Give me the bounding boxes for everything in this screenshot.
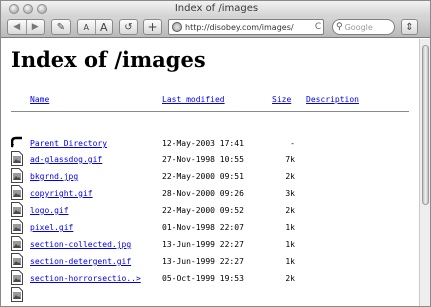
image-file-icon [11,168,23,183]
list-item: copyright.gif 28-Nov-2000 09:26 3k [1,185,420,203]
image-file-icon [11,270,23,285]
file-link[interactable]: section-detergent.gif [30,257,131,266]
image-file-icon [11,202,23,217]
image-file-icon [11,185,23,200]
file-date: 01-Nov-1998 22:07 [162,223,244,232]
list-item: section-detergent.gif 13-Jun-1999 22:27 … [1,253,420,271]
column-header-description[interactable]: Description [306,95,359,104]
back-button[interactable]: ◀ [8,20,26,34]
search-placeholder: Google [344,22,373,32]
add-bookmark-button[interactable]: + [143,19,162,35]
header-divider [11,111,409,112]
file-size: 2k [285,172,295,181]
file-date: 28-Nov-2000 09:26 [162,189,244,198]
file-link[interactable]: Parent Directory [30,139,107,148]
file-size: 2k [285,274,295,283]
file-link[interactable]: pixel.gif [30,223,73,232]
parent-directory-icon [11,136,22,148]
page-heading: Index of /images [11,47,206,72]
file-date: 27-Nov-1998 10:55 [162,155,244,164]
list-item: bkgrnd.jpg 22-May-2000 09:51 2k [1,168,420,186]
page-content: Index of /images Name Last modified Size… [1,39,420,306]
file-date: 05-Oct-1999 19:53 [162,274,244,283]
text-size-control: A A [77,19,113,35]
edit-button[interactable]: ✎ [51,19,71,35]
image-file-icon [11,151,23,166]
file-date: 22-May-2000 09:51 [162,172,244,181]
column-header-name[interactable]: Name [30,95,49,104]
list-item: logo.gif 22-May-2000 09:52 2k [1,202,420,220]
window-title: Index of /images [174,3,259,14]
file-date: 13-Jun-1999 22:27 [162,240,244,249]
list-item: section-collected.jpg 13-Jun-1999 22:27 … [1,236,420,254]
list-item: pixel.gif 01-Nov-1998 22:07 1k [1,219,420,237]
list-item [1,287,420,305]
browser-window: Index of /images ◀ ▶ ✎ A A ↺ + http://di… [0,0,431,307]
file-size: 7k [285,155,295,164]
file-size: 1k [285,257,295,266]
image-file-icon [11,219,23,234]
back-forward-control: ◀ ▶ [7,19,45,35]
forward-button[interactable]: ▶ [25,20,45,34]
plus-icon: + [147,20,158,34]
list-item: section-horrorsectio..> 05-Oct-1999 19:5… [1,270,420,288]
image-file-icon [11,287,23,302]
reload-button[interactable]: ↺ [119,19,138,35]
file-link[interactable]: section-collected.jpg [30,240,131,249]
file-link[interactable]: logo.gif [30,206,69,215]
file-link[interactable]: section-horrorsectio..> [30,274,141,283]
url-text[interactable]: http://disobey.com/images/ [185,23,313,32]
file-link[interactable]: ad-glassdog.gif [30,155,102,164]
globe-icon [172,22,182,32]
file-link[interactable]: copyright.gif [30,189,93,198]
title-bar[interactable]: Index of /images [1,1,430,17]
column-header-size[interactable]: Size [272,95,291,104]
menu-icon: ⇕ [405,21,414,33]
toolbar: ◀ ▶ ✎ A A ↺ + http://disobey.com/images/… [1,17,430,38]
image-file-icon [11,253,23,268]
text-larger-button[interactable]: A [94,20,113,34]
forward-arrow-icon: ▶ [31,22,39,32]
pencil-icon: ✎ [56,21,66,33]
back-arrow-icon: ◀ [13,22,21,32]
file-date: 12-May-2003 17:41 [162,139,244,148]
file-size: 1k [285,240,295,249]
reload-icon: ↺ [124,21,133,33]
file-size: 3k [285,189,295,198]
file-size: - [290,139,295,148]
url-reload-icon[interactable]: C [313,22,323,32]
file-size: 1k [285,223,295,232]
list-item: ad-glassdog.gif 27-Nov-1998 10:55 7k [1,151,420,169]
image-file-icon [11,236,23,251]
scrollbar-thumb[interactable] [422,45,429,205]
text-smaller-button[interactable]: A [78,20,95,34]
file-size: 2k [285,206,295,215]
file-date: 22-May-2000 09:52 [162,206,244,215]
file-link[interactable]: bkgrnd.jpg [30,172,78,181]
vertical-scrollbar[interactable] [419,39,430,306]
file-date: 13-Jun-1999 22:27 [162,257,244,266]
search-field[interactable]: ⚲ Google [332,19,395,35]
column-header-last-modified[interactable]: Last modified [162,95,225,104]
list-item: Parent Directory 12-May-2003 17:41 - [1,136,420,153]
address-bar[interactable]: http://disobey.com/images/ C [168,19,324,35]
menu-button[interactable]: ⇕ [401,19,418,35]
search-icon: ⚲ [336,22,343,32]
